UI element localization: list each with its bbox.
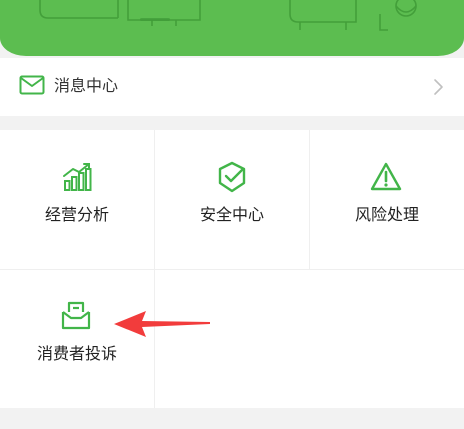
- message-center-label: 消息中心: [54, 76, 119, 95]
- chevron-right-icon: [432, 78, 444, 96]
- grid-item-label: 安全中心: [199, 205, 264, 224]
- app-screen: 消息中心 经营分析 安全中心 风险处理 消费者投诉: [0, 0, 464, 429]
- red-arrow-annotation: [112, 309, 212, 339]
- message-center-row[interactable]: 消息中心: [0, 58, 464, 116]
- grid-item-label: 消费者投诉: [36, 344, 117, 363]
- grid-item-consumer-complaint[interactable]: 消费者投诉: [0, 270, 154, 409]
- header-illustration: [39, 0, 417, 31]
- bar-chart-icon: [61, 162, 93, 194]
- complaint-envelope-icon: [60, 300, 92, 332]
- grid-item-label: 经营分析: [44, 205, 109, 224]
- mail-icon: [19, 75, 45, 95]
- grid-item-risk-handling[interactable]: 风险处理: [310, 130, 464, 269]
- warning-triangle-icon: [370, 161, 402, 193]
- grid-item-security-center[interactable]: 安全中心: [155, 130, 309, 269]
- grid-item-business-analysis[interactable]: 经营分析: [0, 130, 154, 269]
- header-banner: [0, 0, 464, 56]
- grid-item-label: 风险处理: [354, 205, 419, 224]
- shield-check-icon: [216, 161, 248, 193]
- feature-grid: 经营分析 安全中心 风险处理 消费者投诉: [0, 130, 464, 408]
